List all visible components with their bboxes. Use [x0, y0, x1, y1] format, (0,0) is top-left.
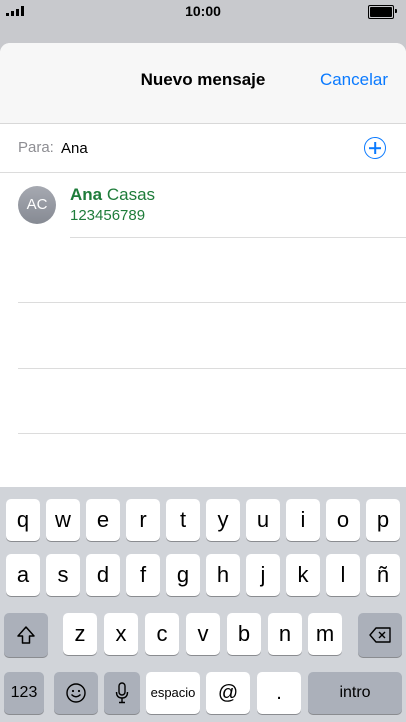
key-f[interactable]: f — [126, 554, 160, 596]
cancel-button[interactable]: Cancelar — [320, 70, 388, 90]
key-j[interactable]: j — [246, 554, 280, 596]
delete-icon — [369, 627, 391, 643]
key-m[interactable]: m — [308, 613, 342, 655]
shift-icon — [17, 626, 35, 644]
return-key[interactable]: intro — [308, 672, 402, 714]
at-key[interactable]: @ — [206, 672, 250, 714]
keyboard: q w e r t y u i o p a s d f g h j k l ñ … — [0, 487, 406, 722]
add-contact-icon[interactable] — [364, 137, 386, 159]
key-n[interactable]: n — [268, 613, 302, 655]
key-z[interactable]: z — [63, 613, 97, 655]
key-h[interactable]: h — [206, 554, 240, 596]
key-t[interactable]: t — [166, 499, 200, 541]
shift-key[interactable] — [4, 613, 48, 657]
key-s[interactable]: s — [46, 554, 80, 596]
key-q[interactable]: q — [6, 499, 40, 541]
divider — [18, 368, 406, 369]
key-w[interactable]: w — [46, 499, 80, 541]
nav-bar: Nuevo mensaje Cancelar — [0, 43, 406, 124]
new-message-sheet: Nuevo mensaje Cancelar Para: AC Ana Casa… — [0, 43, 406, 487]
status-bar: 10:00 — [0, 0, 406, 22]
emoji-key[interactable] — [54, 672, 98, 714]
divider — [18, 302, 406, 303]
contact-last-name: Casas — [106, 185, 156, 204]
contact-first-name: Ana — [70, 185, 103, 204]
contact-phone: 123456789 — [70, 207, 146, 224]
status-time: 10:00 — [185, 3, 221, 19]
delete-key[interactable] — [358, 613, 402, 657]
key-v[interactable]: v — [186, 613, 220, 655]
avatar: AC — [18, 186, 56, 224]
key-b[interactable]: b — [227, 613, 261, 655]
battery-icon — [368, 5, 397, 19]
contact-suggestion[interactable]: AC Ana Casas 123456789 — [0, 173, 406, 237]
recipient-row: Para: — [0, 124, 406, 173]
key-l[interactable]: l — [326, 554, 360, 596]
key-k[interactable]: k — [286, 554, 320, 596]
key-e[interactable]: e — [86, 499, 120, 541]
divider — [70, 237, 406, 238]
numbers-key[interactable]: 123 — [4, 672, 44, 714]
key-a[interactable]: a — [6, 554, 40, 596]
key-o[interactable]: o — [326, 499, 360, 541]
key-x[interactable]: x — [104, 613, 138, 655]
contact-name: Ana Casas — [70, 185, 155, 205]
recipient-input[interactable] — [61, 137, 341, 159]
key-r[interactable]: r — [126, 499, 160, 541]
key-n-tilde[interactable]: ñ — [366, 554, 400, 596]
recipient-label: Para: — [18, 139, 54, 156]
microphone-icon — [115, 682, 129, 704]
key-p[interactable]: p — [366, 499, 400, 541]
key-d[interactable]: d — [86, 554, 120, 596]
key-i[interactable]: i — [286, 499, 320, 541]
key-c[interactable]: c — [145, 613, 179, 655]
emoji-icon — [66, 683, 86, 703]
key-g[interactable]: g — [166, 554, 200, 596]
dictation-key[interactable] — [104, 672, 140, 714]
divider — [18, 433, 406, 434]
key-u[interactable]: u — [246, 499, 280, 541]
dot-key[interactable]: . — [257, 672, 301, 714]
space-key[interactable]: espacio — [146, 672, 200, 714]
key-y[interactable]: y — [206, 499, 240, 541]
